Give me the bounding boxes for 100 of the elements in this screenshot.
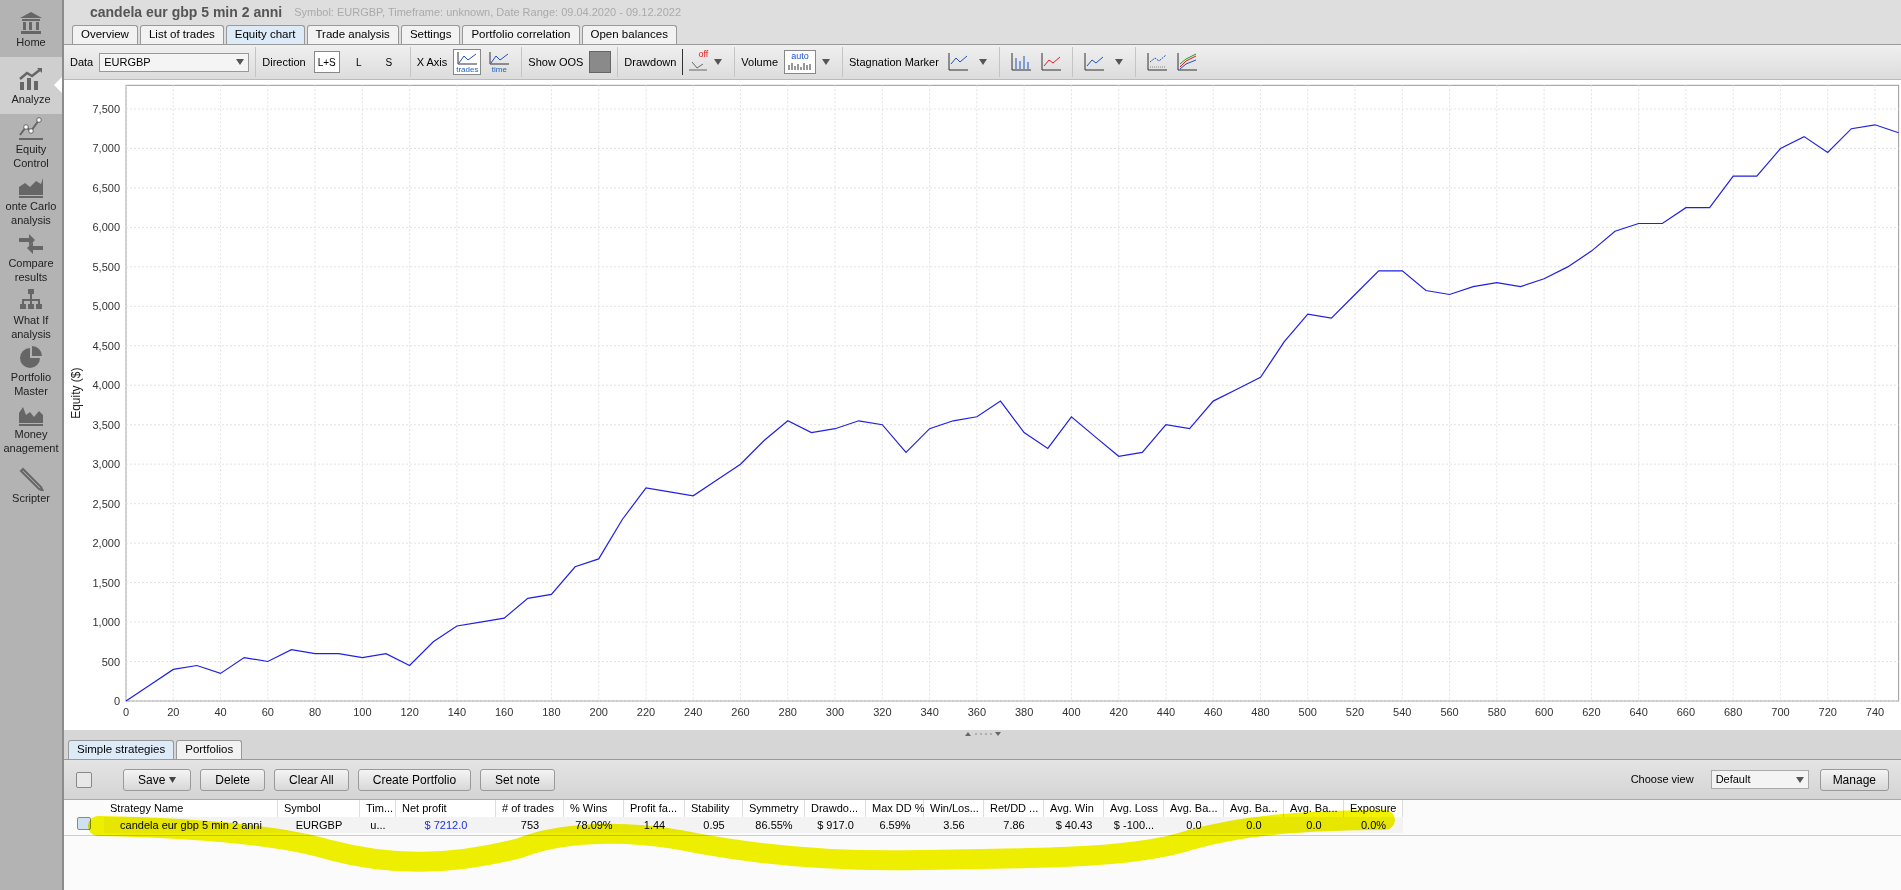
oos-toggle[interactable] xyxy=(589,51,612,73)
toolbar-label: Volume xyxy=(741,54,778,70)
multi-line-chart-icon[interactable] xyxy=(1175,52,1198,72)
tab[interactable]: Open balances xyxy=(581,25,677,44)
column-header[interactable]: Profit fa... xyxy=(624,800,685,817)
line-chart-icon[interactable] xyxy=(946,52,969,72)
line-chart-icon xyxy=(457,52,478,65)
x-axis-toggle[interactable]: trades xyxy=(453,49,482,75)
table-cell: u... xyxy=(360,817,396,833)
tab[interactable]: Equity chart xyxy=(225,25,305,44)
select-all-checkbox[interactable] xyxy=(76,771,92,788)
tab[interactable]: Portfolio correlation xyxy=(462,25,580,44)
direction-toggle[interactable]: S xyxy=(377,51,400,73)
x-tick-label: 700 xyxy=(1771,706,1790,718)
view-dropdown[interactable]: Default xyxy=(1710,770,1809,789)
sidebar-item[interactable]: Equity Control xyxy=(0,114,62,171)
bar-chart-icon[interactable] xyxy=(1009,52,1032,72)
y-tick-label: 0 xyxy=(113,695,120,707)
dotted-chart-icon[interactable] xyxy=(1145,52,1168,72)
toolbar-button[interactable]: Set note xyxy=(480,768,555,791)
tab[interactable]: List of trades xyxy=(139,25,224,44)
sidebar-item[interactable]: Home xyxy=(0,0,62,57)
tab[interactable]: Settings xyxy=(400,25,461,44)
sidebar-item[interactable]: Compare results xyxy=(0,228,62,285)
column-header[interactable]: Net profit xyxy=(396,800,496,817)
x-tick-label: 680 xyxy=(1724,706,1743,718)
y-tick-label: 7,500 xyxy=(92,103,120,115)
column-header[interactable]: Strategy Name xyxy=(104,800,278,817)
pie-chart-icon xyxy=(17,343,45,370)
toolbar-button[interactable]: Create Portfolio xyxy=(357,768,472,791)
x-tick-label: 620 xyxy=(1582,706,1601,718)
window-title: candela eur gbp 5 min 2 anni xyxy=(90,2,283,22)
column-header[interactable]: Avg. Ba... xyxy=(1224,800,1284,817)
y-tick-label: 5,000 xyxy=(92,300,120,313)
sidebar-item[interactable]: Scripter xyxy=(0,456,62,513)
sidebar-item[interactable]: Portfolio Master xyxy=(0,342,62,399)
column-header[interactable]: Max DD % xyxy=(866,800,924,817)
volume-button[interactable]: auto xyxy=(784,50,816,74)
column-header[interactable]: Drawdo... xyxy=(805,800,866,817)
splitter-handle-icon[interactable] xyxy=(964,731,1001,737)
x-tick-label: 340 xyxy=(920,706,939,718)
manage-button[interactable]: Manage xyxy=(1819,768,1889,791)
x-tick-label: 200 xyxy=(589,706,608,718)
x-tick-label: 560 xyxy=(1440,706,1459,718)
x-tick-label: 440 xyxy=(1156,706,1176,718)
line-chart-icon[interactable] xyxy=(1039,52,1062,72)
table-cell: 0.0 xyxy=(1164,817,1224,833)
caret-icon[interactable] xyxy=(1114,59,1123,65)
sidebar-item[interactable]: What If analysis xyxy=(0,285,62,342)
toolbar-button[interactable]: Clear All xyxy=(274,768,349,791)
column-header[interactable]: Avg. Loss xyxy=(1104,800,1164,817)
caret-icon[interactable] xyxy=(714,59,723,65)
line-chart-icon xyxy=(489,52,510,65)
pointer-icon xyxy=(54,77,62,93)
column-header[interactable]: % Wins xyxy=(564,800,624,817)
sidebar-item[interactable]: Money anagement xyxy=(0,399,62,456)
tab[interactable]: Portfolios xyxy=(176,740,243,759)
caret-icon xyxy=(1795,776,1804,783)
tab[interactable]: Overview xyxy=(72,25,138,44)
caret-icon[interactable] xyxy=(822,59,830,65)
column-header[interactable]: Stability xyxy=(685,800,743,817)
tab[interactable]: Trade analysis xyxy=(306,25,399,44)
table-cell: 3.56 xyxy=(924,817,984,833)
column-header[interactable]: Tim... xyxy=(360,800,396,817)
toolbar-button[interactable]: Save xyxy=(123,768,192,791)
column-header[interactable]: Win/Los... xyxy=(924,800,984,817)
x-tick-label: 720 xyxy=(1818,706,1837,718)
data-dropdown[interactable]: EURGBP xyxy=(99,52,250,72)
toolbar-button[interactable]: Delete xyxy=(200,768,266,791)
caret-icon xyxy=(169,776,177,783)
column-header[interactable]: Avg. Win xyxy=(1044,800,1104,817)
column-header[interactable]: Symmetry xyxy=(743,800,805,817)
direction-toggle[interactable]: L xyxy=(347,51,370,73)
sidebar-item[interactable]: Analyze xyxy=(0,57,62,114)
x-tick-label: 220 xyxy=(636,706,656,718)
toolbar-label: Show OOS xyxy=(528,54,584,70)
toolbar-label: Stagnation Marker xyxy=(849,54,939,70)
x-tick-label: 100 xyxy=(353,706,372,718)
tab[interactable]: Simple strategies xyxy=(68,740,175,759)
x-tick-label: 360 xyxy=(967,706,987,718)
sidebar-item[interactable]: onte Carlo analysis xyxy=(0,171,62,228)
line-points-icon xyxy=(17,115,45,142)
y-tick-label: 6,000 xyxy=(92,221,120,234)
line-chart-icon[interactable] xyxy=(1082,52,1105,72)
column-header[interactable]: # of trades xyxy=(496,800,564,817)
bar-chart-icon xyxy=(17,65,45,92)
caret-icon[interactable] xyxy=(978,59,987,65)
column-header[interactable]: Avg. Ba... xyxy=(1164,800,1224,817)
table-cell: $ 40.43 xyxy=(1044,817,1104,833)
drawdown-button[interactable]: off xyxy=(682,49,709,75)
y-tick-label: 4,000 xyxy=(92,379,120,392)
x-tick-label: 660 xyxy=(1676,706,1696,718)
direction-toggle[interactable]: L+S xyxy=(313,51,340,73)
column-header[interactable]: Symbol xyxy=(278,800,360,817)
toolbar-label: Drawdown xyxy=(624,54,677,70)
x-tick-label: 180 xyxy=(542,706,561,718)
y-tick-label: 4,500 xyxy=(92,339,120,352)
x-axis-toggle[interactable]: time xyxy=(485,49,514,75)
x-tick-label: 320 xyxy=(873,706,892,718)
column-header[interactable]: Ret/DD ... xyxy=(984,800,1044,817)
